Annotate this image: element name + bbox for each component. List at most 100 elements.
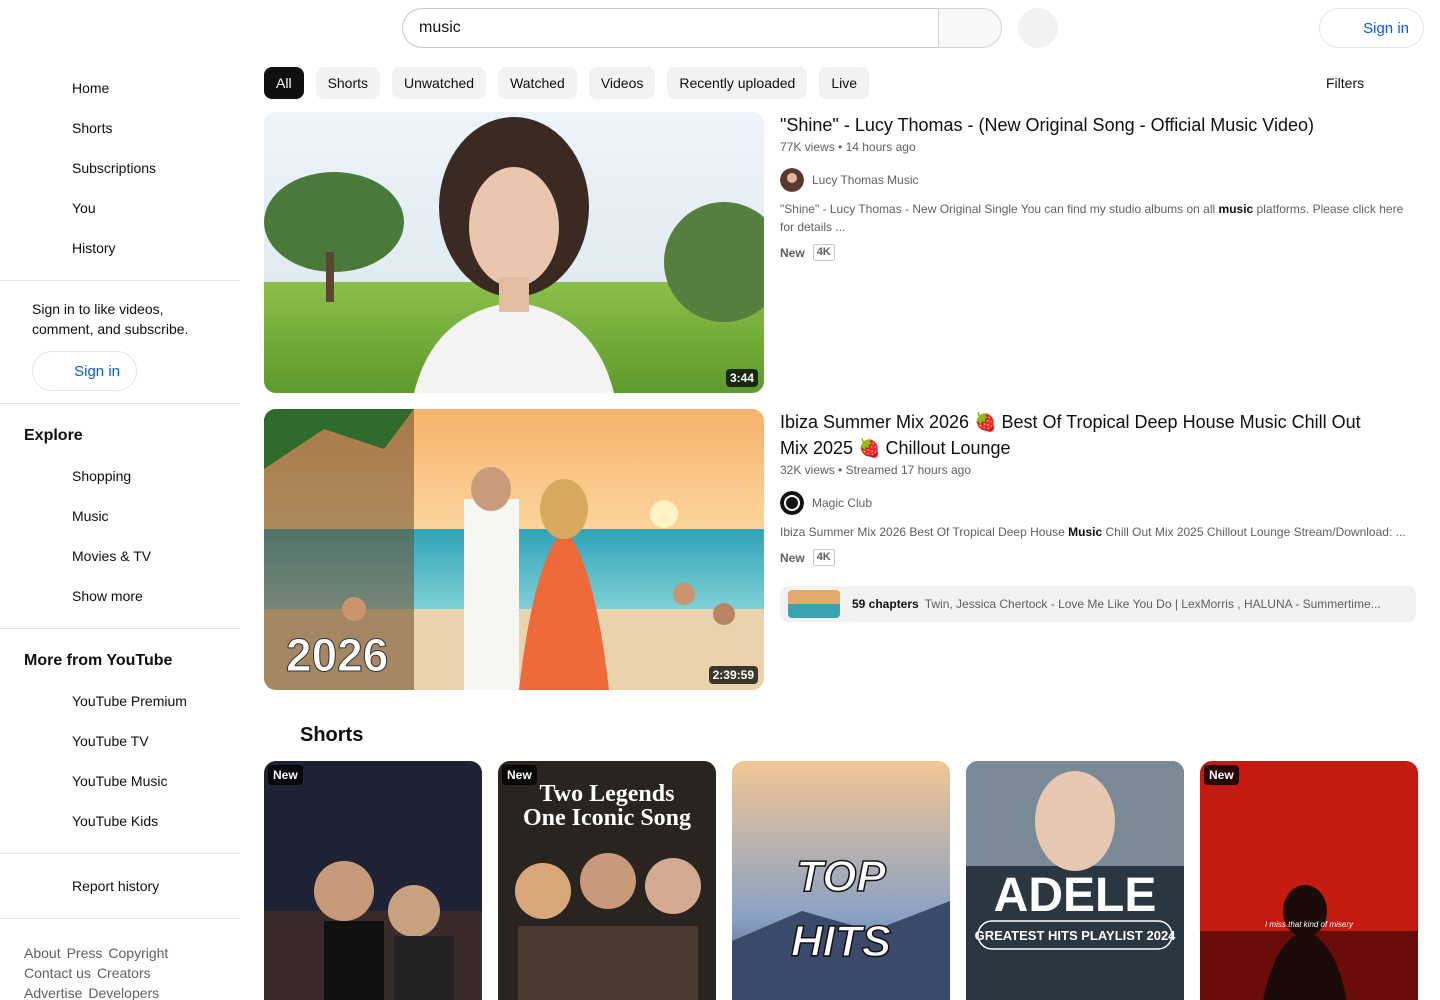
sidebar-item-label: YouTube Music <box>72 773 168 789</box>
channel-avatar[interactable] <box>780 491 804 515</box>
chip-live[interactable]: Live <box>819 67 870 99</box>
sidebar-item-label: YouTube TV <box>72 733 149 749</box>
sidebar-item-label: Subscriptions <box>72 160 157 176</box>
short-card[interactable]: New <box>264 761 482 1000</box>
channel-name[interactable]: Lucy Thomas Music <box>812 173 918 187</box>
new-badge: New <box>780 245 805 260</box>
svg-text:TOP: TOP <box>796 852 886 901</box>
sidebar-sign-in-button[interactable]: Sign in <box>32 351 137 391</box>
footer-link-contact[interactable]: Contact us <box>24 965 91 981</box>
sidebar-item-label: YouTube Kids <box>72 813 159 829</box>
chip-videos[interactable]: Videos <box>588 67 656 99</box>
sidebar-item-label: Shopping <box>72 468 132 484</box>
sidebar-item-show-more[interactable]: Show more <box>0 576 240 616</box>
sidebar-item-label: YouTube Premium <box>72 693 187 709</box>
movies-icon <box>24 546 48 566</box>
footer-link-creators[interactable]: Creators <box>97 965 151 981</box>
sidebar-item-shopping[interactable]: Shopping <box>0 456 240 496</box>
svg-text:One Iconic Song: One Iconic Song <box>523 805 691 831</box>
sidebar-divider <box>0 280 240 281</box>
subscriptions-icon <box>24 158 48 178</box>
sidebar-item-home[interactable]: Home <box>0 68 240 108</box>
search-box[interactable] <box>402 8 940 48</box>
video-description-snippet: "Shine" - Lucy Thomas - New Original Sin… <box>780 200 1416 236</box>
sidebar-item-label: Movies & TV <box>72 548 152 564</box>
chevron-down-icon <box>24 586 48 606</box>
sidebar-item-shorts[interactable]: Shorts <box>0 108 240 148</box>
svg-text:Two Legends: Two Legends <box>540 781 675 807</box>
footer-link-developers[interactable]: Developers <box>88 985 159 1000</box>
sidebar-item-youtube-music[interactable]: YouTube Music <box>0 761 240 801</box>
video-result[interactable]: 3:44 "Shine" - Lucy Thomas - (New Origin… <box>264 112 1416 393</box>
video-title[interactable]: "Shine" - Lucy Thomas - (New Original So… <box>780 112 1380 138</box>
channel-avatar[interactable] <box>780 168 804 192</box>
chip-recently-uploaded[interactable]: Recently uploaded <box>667 67 808 99</box>
sidebar-item-youtube-tv[interactable]: YouTube TV <box>0 721 240 761</box>
svg-text:ADELE: ADELE <box>994 869 1157 922</box>
footer-link-advertise[interactable]: Advertise <box>24 985 82 1000</box>
short-card[interactable]: ADELE GREATEST HITS PLAYLIST 2024 <box>966 761 1184 1000</box>
sidebar-item-label: History <box>72 240 116 256</box>
video-meta: Ibiza Summer Mix 2026 🍓 Best Of Tropical… <box>780 409 1416 622</box>
video-thumbnail[interactable]: 3:44 <box>264 112 764 393</box>
video-title[interactable]: Ibiza Summer Mix 2026 🍓 Best Of Tropical… <box>780 409 1380 461</box>
thumbnail-image <box>264 112 764 393</box>
short-card[interactable]: Two Legends One Iconic Song New <box>498 761 716 1000</box>
sidebar-item-label: You <box>72 200 96 216</box>
sidebar-divider <box>0 853 240 854</box>
channel-name[interactable]: Magic Club <box>812 496 872 510</box>
masthead: Sign in <box>0 0 1440 56</box>
sidebar-item-you[interactable]: You <box>0 188 240 228</box>
short-thumbnail <box>264 761 482 1000</box>
chip-shorts[interactable]: Shorts <box>315 67 381 99</box>
footer-link-copyright[interactable]: Copyright <box>108 945 168 961</box>
sidebar-item-music[interactable]: Music <box>0 496 240 536</box>
channel-link[interactable]: Magic Club <box>780 491 1416 515</box>
snippet-text: Ibiza Summer Mix 2026 Best Of Tropical D… <box>780 525 1069 539</box>
footer-link-about[interactable]: About <box>24 945 61 961</box>
short-card[interactable]: TOP HITS <box>732 761 950 1000</box>
more-from-youtube-heading: More from YouTube <box>24 652 173 669</box>
footer-link-press[interactable]: Press <box>67 945 103 961</box>
search-button[interactable] <box>938 8 1002 48</box>
sign-in-prompt: Sign in to like videos, comment, and sub… <box>32 301 189 337</box>
sidebar-item-movies-tv[interactable]: Movies & TV <box>0 536 240 576</box>
sidebar-item-youtube-kids[interactable]: YouTube Kids <box>0 801 240 841</box>
header-sign-in-button[interactable]: Sign in <box>1319 8 1424 48</box>
flag-icon <box>24 876 48 896</box>
chapters-count: 59 chapters <box>852 597 919 611</box>
sidebar-item-history[interactable]: History <box>0 228 240 268</box>
search-input[interactable] <box>419 19 940 37</box>
short-card[interactable]: I miss that kind of misery New <box>1200 761 1418 1000</box>
header-sign-in-label: Sign in <box>1363 19 1409 37</box>
chip-all[interactable]: All <box>264 67 304 99</box>
video-badges: New 4K <box>780 549 1416 566</box>
quality-badge: 4K <box>812 244 835 261</box>
youtube-music-icon <box>24 771 48 791</box>
explore-heading: Explore <box>24 427 83 444</box>
video-meta: "Shine" - Lucy Thomas - (New Original So… <box>780 112 1416 261</box>
short-thumbnail: Two LegendsOne Iconic Song <box>498 761 716 1000</box>
sidebar-item-subscriptions[interactable]: Subscriptions <box>0 148 240 188</box>
chip-watched[interactable]: Watched <box>498 67 577 99</box>
snippet-highlight: music <box>1218 202 1254 216</box>
sidebar-item-label: Shorts <box>72 120 113 136</box>
sidebar-item-youtube-premium[interactable]: YouTube Premium <box>0 681 240 721</box>
thumbnail-image: 2026 <box>264 409 764 690</box>
shorts-heading: Shorts <box>300 724 364 746</box>
video-thumbnail[interactable]: 2026 2:39:59 <box>264 409 764 690</box>
music-icon <box>24 506 48 526</box>
snippet-text: Chill Out Mix 2025 Chillout Lounge Strea… <box>1102 525 1406 539</box>
upload-age: 14 hours ago <box>845 140 916 154</box>
snippet-highlight: Music <box>1068 525 1103 539</box>
channel-link[interactable]: Lucy Thomas Music <box>780 168 1416 192</box>
chapters-bar[interactable]: 59 chapters Twin, Jessica Chertock - Lov… <box>780 586 1416 622</box>
shorts-shelf: New Two Legends One Iconic Song New TOP HI… <box>264 761 1418 1000</box>
chip-unwatched[interactable]: Unwatched <box>392 67 487 99</box>
video-duration: 2:39:59 <box>708 666 758 684</box>
voice-search-button[interactable] <box>1018 8 1058 48</box>
sidebar-item-report-history[interactable]: Report history <box>0 866 240 906</box>
sidebar: Home Shorts Subscriptions You History Si… <box>0 56 240 1000</box>
filters-button[interactable]: Filters <box>1290 67 1364 99</box>
video-result[interactable]: 2026 2:39:59 Ibiza Summer Mix 2026 🍓 Bes… <box>264 409 1416 690</box>
